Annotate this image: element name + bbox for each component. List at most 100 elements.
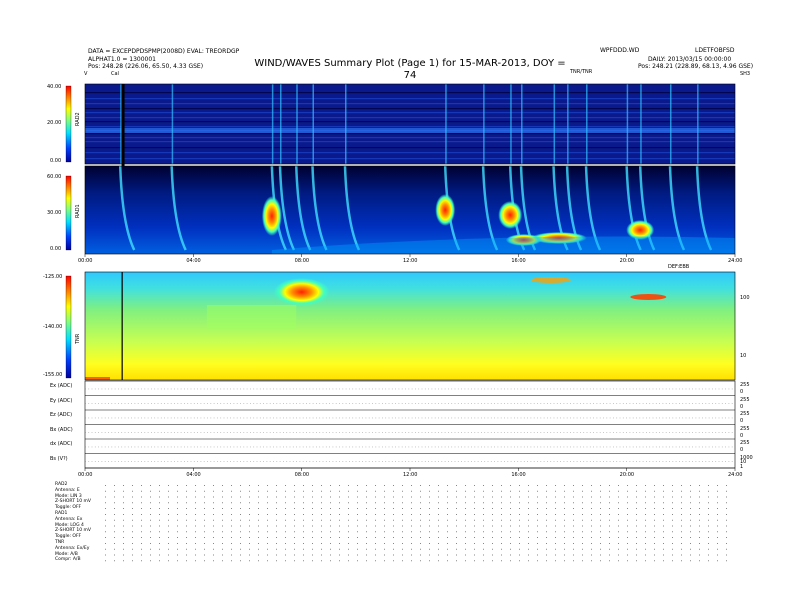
- footer-dot: [438, 485, 439, 486]
- footer-dot: [249, 531, 250, 533]
- footer-dot: [393, 525, 394, 527]
- footer-dot: [204, 543, 205, 544]
- hk-row-tick: 0: [740, 432, 744, 439]
- footer-dot: [366, 560, 367, 562]
- rad2-band: [85, 103, 735, 105]
- footer-dot: [555, 508, 556, 509]
- footer-dot: [357, 490, 358, 492]
- footer-dot: [150, 543, 151, 544]
- footer-dot: [726, 543, 727, 544]
- footer-dot: [690, 554, 691, 556]
- right-corner-label: SH3: [740, 71, 751, 77]
- footer-dot: [600, 548, 601, 550]
- footer-dot: [654, 531, 655, 533]
- footer-dot: [546, 537, 547, 538]
- hk-row-tick: 0: [740, 389, 744, 396]
- footer-dot: [195, 537, 196, 538]
- footer-dot: [348, 490, 349, 492]
- footer-dot: [645, 496, 646, 498]
- footer-dot: [717, 496, 718, 498]
- footer-dot: [600, 525, 601, 527]
- footer-dot: [429, 490, 430, 492]
- footer-dot: [402, 490, 403, 492]
- footer-dot: [600, 496, 601, 498]
- footer-dot: [501, 490, 502, 492]
- footer-dot: [123, 519, 124, 521]
- footer-dot: [123, 490, 124, 492]
- rad2-burst: [640, 84, 642, 164]
- rad2-burst: [312, 84, 314, 164]
- rad2-band: [85, 147, 735, 149]
- footer-dot: [339, 502, 340, 504]
- footer-dot: [447, 508, 448, 509]
- footer-dot: [690, 496, 691, 498]
- footer-dot: [582, 560, 583, 562]
- footer-dot: [447, 537, 448, 538]
- footer-dot: [510, 543, 511, 544]
- footer-dot: [663, 525, 664, 527]
- footer-dot: [231, 548, 232, 550]
- footer-dot: [285, 514, 286, 515]
- footer-dot: [132, 502, 133, 504]
- footer-dot: [402, 485, 403, 486]
- footer-dot: [708, 508, 709, 509]
- footer-dot: [582, 502, 583, 504]
- footer-dot: [330, 554, 331, 556]
- footer-dot: [645, 502, 646, 504]
- footer-dot: [312, 543, 313, 544]
- rad2-burst: [345, 84, 347, 164]
- footer-dot: [690, 519, 691, 521]
- footer-dot: [393, 548, 394, 550]
- header-right-top2: LDETFOBFSD: [695, 47, 735, 54]
- footer-dot: [132, 519, 133, 521]
- footer-dot: [393, 502, 394, 504]
- footer-dot: [105, 560, 106, 562]
- footer-dot: [456, 485, 457, 486]
- footer-dot: [312, 508, 313, 509]
- footer-dot: [195, 543, 196, 544]
- footer-dot: [492, 490, 493, 492]
- x-tick-label: 04:00: [186, 472, 201, 478]
- footer-dot: [654, 548, 655, 550]
- footer-dot: [123, 514, 124, 515]
- footer-dot: [114, 554, 115, 556]
- footer-dot: [690, 525, 691, 527]
- footer-dot: [510, 560, 511, 562]
- hk-row-tick: 255: [740, 382, 750, 388]
- footer-dot: [510, 519, 511, 521]
- footer-dot: [132, 525, 133, 527]
- rad1-tick-top: 60.00: [47, 174, 62, 180]
- footer-dot: [276, 543, 277, 544]
- hk-row-tick: 0: [740, 403, 744, 410]
- footer-dot: [357, 560, 358, 562]
- footer-dot: [456, 496, 457, 498]
- footer-dot: [645, 525, 646, 527]
- footer-dot: [411, 514, 412, 515]
- summary-figure: [65, 83, 736, 562]
- footer-dot: [321, 560, 322, 562]
- footer-dot: [240, 502, 241, 504]
- footer-dot: [168, 502, 169, 504]
- footer-dot: [141, 525, 142, 527]
- footer-dot: [699, 543, 700, 544]
- rad1-axis-label: RAD1: [75, 204, 81, 218]
- footer-dot: [618, 537, 619, 538]
- rad2-tick-bottom: 0.00: [50, 158, 62, 164]
- footer-dot: [627, 548, 628, 550]
- footer-dot: [105, 519, 106, 521]
- footer-dot: [420, 548, 421, 550]
- footer-dot: [357, 508, 358, 509]
- footer-dot: [456, 525, 457, 527]
- footer-dot: [582, 525, 583, 527]
- footer-dot: [249, 485, 250, 486]
- footer-dot: [429, 508, 430, 509]
- footer-dot: [645, 560, 646, 562]
- footer-dot: [213, 554, 214, 556]
- footer-dot: [294, 485, 295, 486]
- footer-dot: [609, 548, 610, 550]
- tnr-intensity-spot: [273, 278, 330, 306]
- footer-dot: [186, 543, 187, 544]
- footer-dot: [105, 531, 106, 533]
- footer-dot: [267, 508, 268, 509]
- footer-dot: [123, 502, 124, 504]
